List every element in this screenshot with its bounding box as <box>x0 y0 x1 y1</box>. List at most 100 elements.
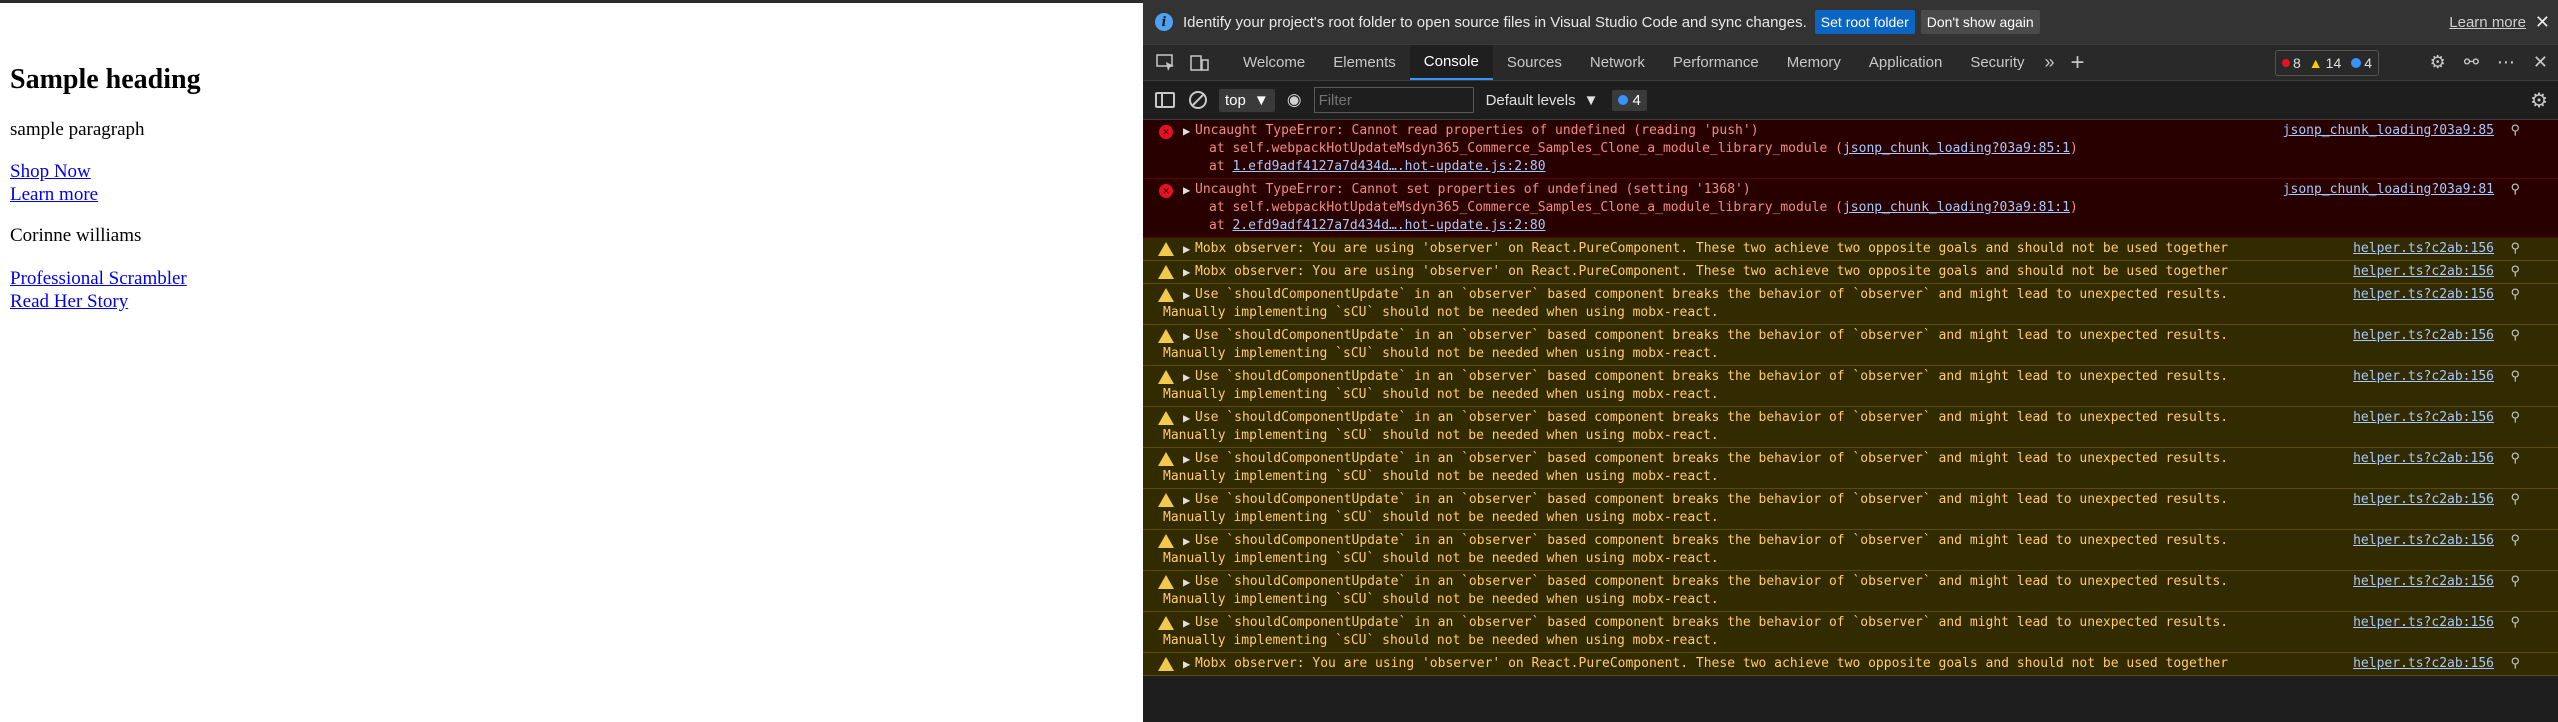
inspect-element-icon[interactable] <box>1155 53 1177 72</box>
source-link[interactable]: helper.ts?c2ab:156 <box>2353 655 2494 673</box>
more-tabs-icon[interactable]: » <box>2045 52 2055 73</box>
connect-icon[interactable]: ⚯ <box>2464 52 2479 73</box>
source-link[interactable]: helper.ts?c2ab:156 <box>2353 368 2494 386</box>
search-icon[interactable]: ⚲ <box>2510 122 2520 140</box>
settings-gear-icon[interactable]: ⚙ <box>2430 52 2446 73</box>
console-message[interactable]: ▶ Use `shouldComponentUpdate` in an `obs… <box>1143 325 2558 366</box>
search-icon[interactable]: ⚲ <box>2510 573 2520 591</box>
search-icon[interactable]: ⚲ <box>2510 368 2520 386</box>
tab-console[interactable]: Console <box>1409 45 1493 80</box>
console-message[interactable]: ▶ Mobx observer: You are using 'observer… <box>1143 238 2558 261</box>
tab-elements[interactable]: Elements <box>1319 45 1410 80</box>
log-levels-dropdown[interactable]: Default levels ▼ <box>1486 92 1599 109</box>
expand-triangle-icon[interactable]: ▶ <box>1183 368 1190 386</box>
learn-more-link[interactable]: Learn more <box>2449 14 2526 31</box>
source-link[interactable]: helper.ts?c2ab:156 <box>2353 614 2494 632</box>
tab-application[interactable]: Application <box>1855 45 1956 80</box>
search-icon[interactable]: ⚲ <box>2510 450 2520 468</box>
console-message[interactable]: ✕ ▶ Uncaught TypeError: Cannot read prop… <box>1143 120 2558 179</box>
search-icon[interactable]: ⚲ <box>2510 655 2520 673</box>
expand-triangle-icon[interactable]: ▶ <box>1183 450 1190 468</box>
console-message[interactable]: ▶ Mobx observer: You are using 'observer… <box>1143 653 2558 676</box>
search-icon[interactable]: ⚲ <box>2510 181 2520 199</box>
source-link[interactable]: helper.ts?c2ab:156 <box>2353 240 2494 258</box>
expand-triangle-icon[interactable]: ▶ <box>1183 327 1190 345</box>
professional-scrambler-link[interactable]: Professional Scrambler <box>10 267 201 290</box>
console-message[interactable]: ▶ Use `shouldComponentUpdate` in an `obs… <box>1143 530 2558 571</box>
stack-link[interactable]: jsonp_chunk_loading?03a9:85:1 <box>1843 141 2070 156</box>
expand-triangle-icon[interactable]: ▶ <box>1183 573 1190 591</box>
tab-sources[interactable]: Sources <box>1493 45 1576 80</box>
tab-memory[interactable]: Memory <box>1773 45 1855 80</box>
context-selector[interactable]: top ▼ <box>1219 88 1275 112</box>
console-message[interactable]: ▶ Use `shouldComponentUpdate` in an `obs… <box>1143 366 2558 407</box>
expand-triangle-icon[interactable]: ▶ <box>1183 409 1190 427</box>
search-icon[interactable]: ⚲ <box>2510 327 2520 345</box>
console-message[interactable]: ▶ Use `shouldComponentUpdate` in an `obs… <box>1143 571 2558 612</box>
shop-now-link[interactable]: Shop Now <box>10 160 201 183</box>
warning-icon <box>1158 616 1174 630</box>
search-icon[interactable]: ⚲ <box>2510 409 2520 427</box>
expand-triangle-icon[interactable]: ▶ <box>1183 655 1190 673</box>
expand-triangle-icon[interactable]: ▶ <box>1183 614 1190 632</box>
console-filter-input[interactable] <box>1313 87 1474 113</box>
console-message[interactable]: ▶ Use `shouldComponentUpdate` in an `obs… <box>1143 448 2558 489</box>
message-text: Uncaught TypeError: Cannot read properti… <box>1195 123 1759 138</box>
console-message[interactable]: ▶ Use `shouldComponentUpdate` in an `obs… <box>1143 489 2558 530</box>
expand-triangle-icon[interactable]: ▶ <box>1183 181 1190 199</box>
search-icon[interactable]: ⚲ <box>2510 286 2520 304</box>
device-emulation-icon[interactable] <box>1189 54 1211 72</box>
search-icon[interactable]: ⚲ <box>2510 491 2520 509</box>
expand-triangle-icon[interactable]: ▶ <box>1183 491 1190 509</box>
more-options-icon[interactable]: ⋯ <box>2497 52 2515 73</box>
set-root-folder-button[interactable]: Set root folder <box>1814 10 1915 34</box>
console-message[interactable]: ▶ Use `shouldComponentUpdate` in an `obs… <box>1143 284 2558 325</box>
console-settings-icon[interactable]: ⚙ <box>2530 88 2548 113</box>
search-icon[interactable]: ⚲ <box>2510 263 2520 281</box>
source-link[interactable]: helper.ts?c2ab:156 <box>2353 286 2494 304</box>
tab-network[interactable]: Network <box>1576 45 1659 80</box>
console-message[interactable]: ▶ Use `shouldComponentUpdate` in an `obs… <box>1143 612 2558 653</box>
add-tool-icon[interactable]: + <box>2071 49 2085 77</box>
stack-link[interactable]: jsonp_chunk_loading?03a9:81:1 <box>1843 200 2070 215</box>
read-her-story-link[interactable]: Read Her Story <box>10 290 201 313</box>
stack-text: at self.webpackHotUpdateMsdyn365_Commerc… <box>1209 200 1843 215</box>
search-icon[interactable]: ⚲ <box>2510 240 2520 258</box>
message-text: Mobx observer: You are using 'observer' … <box>1195 656 2229 671</box>
close-icon[interactable]: ✕ <box>2535 12 2550 33</box>
source-link[interactable]: helper.ts?c2ab:156 <box>2353 409 2494 427</box>
search-icon[interactable]: ⚲ <box>2510 532 2520 550</box>
stack-link[interactable]: 2.efd9adf4127a7d434d….hot-update.js:2:80 <box>1232 218 1545 233</box>
tab-security[interactable]: Security <box>1956 45 2038 80</box>
show-sidebar-icon[interactable] <box>1155 92 1175 108</box>
source-link[interactable]: helper.ts?c2ab:156 <box>2353 327 2494 345</box>
close-devtools-icon[interactable]: ✕ <box>2533 52 2548 73</box>
source-link[interactable]: helper.ts?c2ab:156 <box>2353 532 2494 550</box>
live-expression-icon[interactable]: ◉ <box>1287 90 1302 110</box>
source-link[interactable]: helper.ts?c2ab:156 <box>2353 491 2494 509</box>
source-link[interactable]: helper.ts?c2ab:156 <box>2353 263 2494 281</box>
console-message[interactable]: ▶ Mobx observer: You are using 'observer… <box>1143 261 2558 284</box>
clear-console-icon[interactable] <box>1189 91 1207 109</box>
expand-triangle-icon[interactable]: ▶ <box>1183 263 1190 281</box>
expand-triangle-icon[interactable]: ▶ <box>1183 532 1190 550</box>
error-warning-counts[interactable]: 8 ▲ 14 4 <box>2275 50 2380 76</box>
console-message[interactable]: ✕ ▶ Uncaught TypeError: Cannot set prope… <box>1143 179 2558 238</box>
source-link[interactable]: jsonp_chunk_loading?03a9:85 <box>2283 122 2494 140</box>
console-message[interactable]: ▶ Use `shouldComponentUpdate` in an `obs… <box>1143 407 2558 448</box>
stack-link[interactable]: 1.efd9adf4127a7d434d….hot-update.js:2:80 <box>1232 159 1545 174</box>
learn-more-link[interactable]: Learn more <box>10 183 201 206</box>
source-link[interactable]: helper.ts?c2ab:156 <box>2353 450 2494 468</box>
dont-show-again-button[interactable]: Don't show again <box>1920 10 2040 34</box>
source-link[interactable]: helper.ts?c2ab:156 <box>2353 573 2494 591</box>
warning-icon <box>1158 288 1174 302</box>
infobar-message: Identify your project's root folder to o… <box>1183 13 1807 31</box>
tab-welcome[interactable]: Welcome <box>1229 45 1319 80</box>
search-icon[interactable]: ⚲ <box>2510 614 2520 632</box>
expand-triangle-icon[interactable]: ▶ <box>1183 240 1190 258</box>
source-link[interactable]: jsonp_chunk_loading?03a9:81 <box>2283 181 2494 199</box>
issues-button[interactable]: 4 <box>1612 89 1647 111</box>
expand-triangle-icon[interactable]: ▶ <box>1183 286 1190 304</box>
expand-triangle-icon[interactable]: ▶ <box>1183 122 1190 140</box>
tab-performance[interactable]: Performance <box>1659 45 1773 80</box>
